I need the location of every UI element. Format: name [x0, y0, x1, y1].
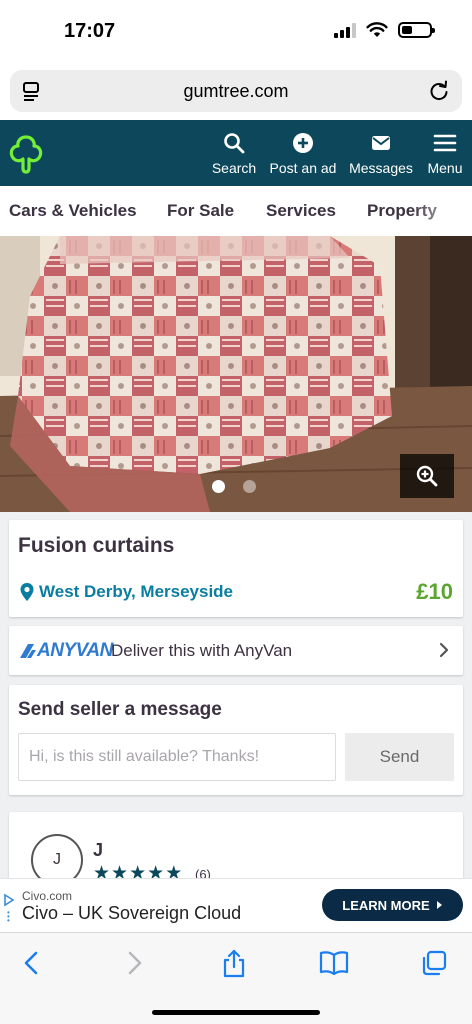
ad-cta-label: LEARN MORE: [342, 897, 430, 913]
plus-icon: [293, 133, 313, 153]
hamburger-icon: [433, 134, 457, 152]
nav-messages-button[interactable]: Messages: [348, 132, 414, 176]
nav-menu-button[interactable]: Menu: [424, 132, 466, 176]
map-pin-icon: [20, 583, 34, 601]
chevron-right-icon: [439, 642, 449, 658]
search-icon: [224, 133, 245, 154]
seller-card: J J ★ ★ ★ ★ ★ (6): [9, 812, 463, 882]
battery-icon: [398, 22, 435, 38]
listing-summary-card: Fusion curtains West Derby, Merseyside £…: [9, 520, 463, 617]
cellular-signal-icon: [334, 22, 356, 38]
gallery-dots: [212, 480, 256, 493]
status-time: 17:07: [64, 20, 116, 42]
nav-messages-label: Messages: [349, 160, 413, 176]
gallery-dot-1[interactable]: [212, 480, 225, 493]
listing-location-link[interactable]: West Derby, Merseyside: [19, 582, 233, 602]
nav-search-button[interactable]: Search: [212, 132, 256, 176]
tabs-icon[interactable]: [420, 949, 448, 977]
category-fade: [412, 186, 472, 236]
anyvan-delivery-card[interactable]: ANYVAN Deliver this with AnyVan: [9, 626, 463, 675]
url-bar[interactable]: gumtree.com: [10, 70, 462, 112]
ad-domain: Civo.com: [22, 889, 73, 903]
ad-choices-icon[interactable]: [3, 893, 15, 907]
url-text[interactable]: gumtree.com: [10, 81, 462, 102]
nav-post-ad-label: Post an ad: [269, 160, 337, 176]
nav-post-ad-button[interactable]: Post an ad: [268, 132, 338, 176]
nav-search-label: Search: [211, 160, 257, 176]
zoom-in-icon: [416, 465, 438, 487]
ad-learn-more-button[interactable]: LEARN MORE: [322, 889, 463, 921]
anyvan-logo: ANYVAN: [17, 640, 113, 662]
anyvan-mark-icon: [20, 644, 36, 658]
caret-right-icon: [436, 901, 442, 909]
reload-icon[interactable]: [428, 80, 450, 102]
nav-menu-label: Menu: [427, 160, 463, 176]
send-message-title: Send seller a message: [18, 699, 222, 720]
status-bar: 17:07: [0, 0, 472, 64]
share-icon[interactable]: [220, 949, 248, 979]
status-icons: [334, 22, 435, 38]
forward-icon[interactable]: [124, 949, 144, 977]
category-bar: Cars & Vehicles For Sale Services Proper…: [0, 186, 472, 236]
send-message-card: Send seller a message Send: [9, 685, 463, 795]
gallery-dot-2[interactable]: [243, 480, 256, 493]
ad-options-icon[interactable]: • • •: [7, 909, 10, 925]
listing-title: Fusion curtains: [18, 534, 175, 557]
back-icon[interactable]: [22, 949, 42, 977]
listing-price: £10: [416, 579, 453, 604]
anyvan-label: Deliver this with AnyVan: [111, 641, 293, 660]
browser-url-area: gumtree.com: [0, 64, 472, 120]
zoom-button[interactable]: [400, 454, 454, 498]
send-button[interactable]: Send: [345, 733, 454, 781]
site-header: Search Post an ad Messages Menu: [0, 120, 472, 186]
envelope-icon: [372, 136, 390, 150]
ad-banner[interactable]: • • • Civo.com Civo – UK Sovereign Cloud L…: [0, 878, 472, 932]
gumtree-logo-icon[interactable]: [8, 134, 44, 174]
seller-name[interactable]: J: [93, 840, 103, 861]
message-input[interactable]: [18, 733, 336, 781]
avatar[interactable]: J: [31, 834, 83, 882]
ad-headline: Civo – UK Sovereign Cloud: [22, 903, 242, 923]
listing-photo[interactable]: [0, 236, 472, 512]
anyvan-logo-text: ANYVAN: [37, 640, 113, 661]
wifi-icon: [366, 22, 388, 37]
category-services[interactable]: Services: [266, 201, 336, 221]
listing-location-text: West Derby, Merseyside: [39, 582, 234, 601]
category-cars-vehicles[interactable]: Cars & Vehicles: [9, 201, 137, 221]
category-for-sale[interactable]: For Sale: [167, 201, 234, 221]
bookmarks-icon[interactable]: [318, 949, 350, 977]
home-indicator: [152, 1010, 320, 1015]
